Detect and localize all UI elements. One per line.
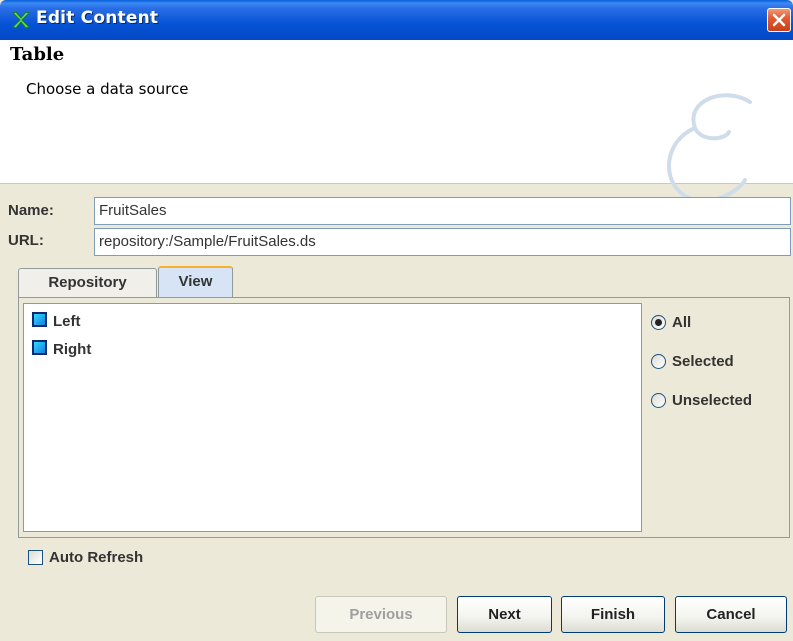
view-list[interactable]: Left Right	[23, 303, 642, 532]
page-title: Table	[10, 44, 65, 65]
radio-selected-button[interactable]	[651, 354, 666, 369]
auto-refresh-checkbox[interactable]: Auto Refresh	[28, 548, 143, 568]
radio-all[interactable]: All	[651, 312, 691, 334]
tab-view[interactable]: View	[158, 266, 233, 298]
table-node-icon	[32, 340, 47, 355]
radio-selected-label: Selected	[672, 353, 734, 370]
edit-content-dialog: Edit Content Table Choose a data source …	[0, 0, 793, 641]
page-subtitle: Choose a data source	[26, 80, 189, 98]
radio-unselected-label: Unselected	[672, 392, 753, 409]
tab-repository[interactable]: Repository	[18, 268, 157, 298]
radio-all-label: All	[672, 314, 692, 331]
app-icon	[12, 11, 30, 29]
list-item-label: Right	[53, 341, 92, 358]
radio-unselected-button[interactable]	[651, 393, 666, 408]
title-bar[interactable]: Edit Content	[0, 0, 793, 40]
radio-all-button[interactable]	[651, 315, 666, 330]
wizard-header	[0, 40, 793, 203]
close-button[interactable]	[767, 8, 791, 32]
name-field[interactable]: FruitSales	[94, 197, 791, 225]
radio-unselected[interactable]: Unselected	[651, 390, 752, 412]
window-title: Edit Content	[36, 8, 159, 28]
radio-selected[interactable]: Selected	[651, 351, 734, 373]
auto-refresh-box[interactable]	[28, 550, 43, 565]
url-label: URL:	[8, 232, 44, 249]
list-item-left[interactable]: Left	[32, 312, 81, 332]
finish-button[interactable]: Finish	[561, 596, 665, 633]
list-item-right[interactable]: Right	[32, 340, 91, 360]
next-button[interactable]: Next	[457, 596, 552, 633]
url-field[interactable]: repository:/Sample/FruitSales.ds	[94, 228, 791, 256]
close-icon	[772, 13, 786, 27]
name-label: Name:	[8, 202, 54, 219]
cancel-button[interactable]: Cancel	[675, 596, 787, 633]
watermark-logo	[667, 93, 752, 203]
auto-refresh-label: Auto Refresh	[49, 549, 144, 566]
list-item-label: Left	[53, 313, 81, 330]
previous-button[interactable]: Previous	[315, 596, 447, 633]
table-node-icon	[32, 312, 47, 327]
